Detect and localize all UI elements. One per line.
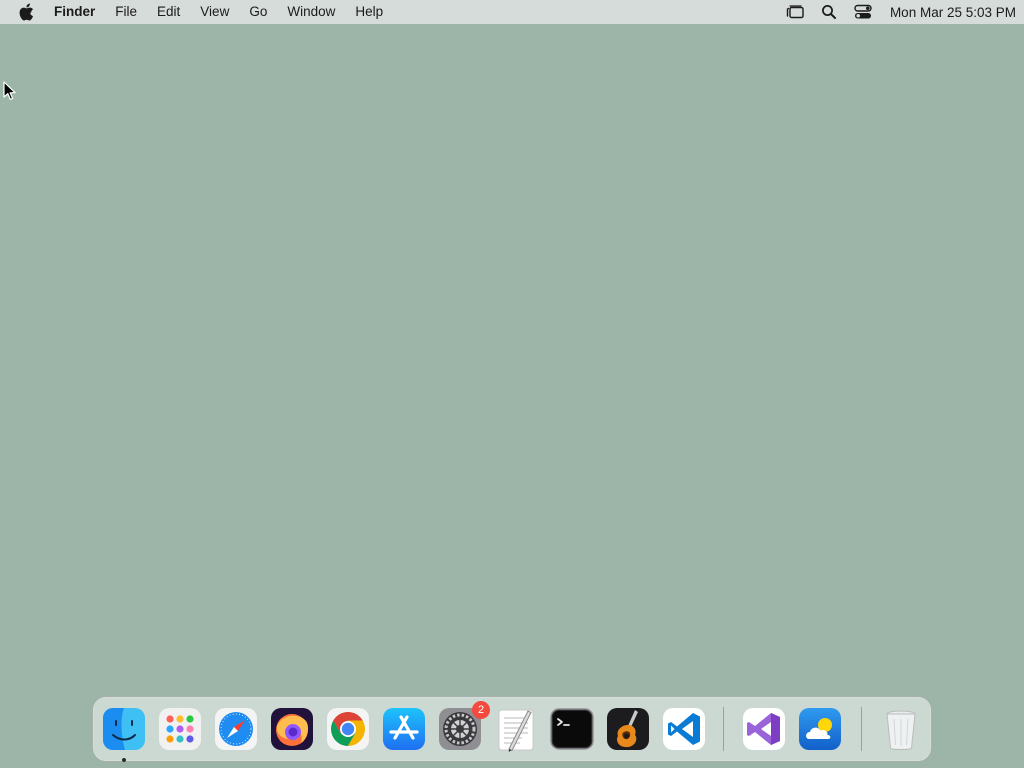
launchpad-icon	[159, 708, 201, 750]
dock-item-vscode[interactable]	[660, 705, 708, 753]
menu-bar-clock[interactable]: Mon Mar 25 5:03 PM	[890, 5, 1016, 20]
dock-item-garageband[interactable]	[604, 705, 652, 753]
menu-file[interactable]: File	[105, 0, 147, 24]
dock-item-launchpad[interactable]	[156, 705, 204, 753]
firefox-icon	[271, 708, 313, 750]
menu-go[interactable]: Go	[239, 0, 277, 24]
chrome-icon	[327, 708, 369, 750]
menu-window[interactable]: Window	[277, 0, 345, 24]
textedit-icon	[498, 709, 534, 752]
apple-menu-icon[interactable]	[16, 2, 36, 22]
menu-help[interactable]: Help	[345, 0, 393, 24]
menu-edit[interactable]: Edit	[147, 0, 190, 24]
dock-item-finder[interactable]	[100, 705, 148, 762]
dock-separator	[861, 707, 862, 751]
dock-item-terminal[interactable]	[548, 705, 596, 753]
dock-item-firefox[interactable]	[268, 705, 316, 753]
dock: 2	[92, 696, 932, 762]
notification-badge: 2	[472, 701, 490, 719]
dock-item-safari[interactable]	[212, 705, 260, 753]
dock-item-textedit[interactable]	[492, 705, 540, 753]
running-indicator	[122, 758, 126, 762]
desktop-wallpaper[interactable]	[0, 0, 1024, 768]
finder-icon	[103, 708, 145, 750]
dock-item-trash[interactable]	[877, 705, 925, 753]
stage-manager-icon[interactable]	[784, 1, 806, 23]
dock-separator	[723, 707, 724, 751]
mouse-pointer-icon	[3, 81, 16, 100]
visual-studio-icon	[743, 708, 785, 750]
dock-item-visual-studio[interactable]	[740, 705, 788, 753]
app-menu-finder[interactable]: Finder	[50, 0, 105, 24]
trash-icon	[886, 710, 916, 750]
vscode-icon	[663, 708, 705, 750]
dock-item-weather[interactable]	[796, 705, 844, 753]
weather-icon	[799, 708, 841, 750]
dock-item-chrome[interactable]	[324, 705, 372, 753]
dock-item-system-settings[interactable]: 2	[436, 701, 490, 753]
control-center-icon[interactable]	[852, 1, 874, 23]
terminal-icon	[550, 708, 594, 750]
dock-item-app-store[interactable]	[380, 705, 428, 753]
menu-view[interactable]: View	[190, 0, 239, 24]
garageband-icon	[607, 708, 649, 750]
menu-bar: Finder File Edit View Go Window Help Mon…	[0, 0, 1024, 24]
app-store-icon	[383, 708, 425, 750]
safari-icon	[215, 708, 257, 750]
spotlight-search-icon[interactable]	[818, 1, 840, 23]
